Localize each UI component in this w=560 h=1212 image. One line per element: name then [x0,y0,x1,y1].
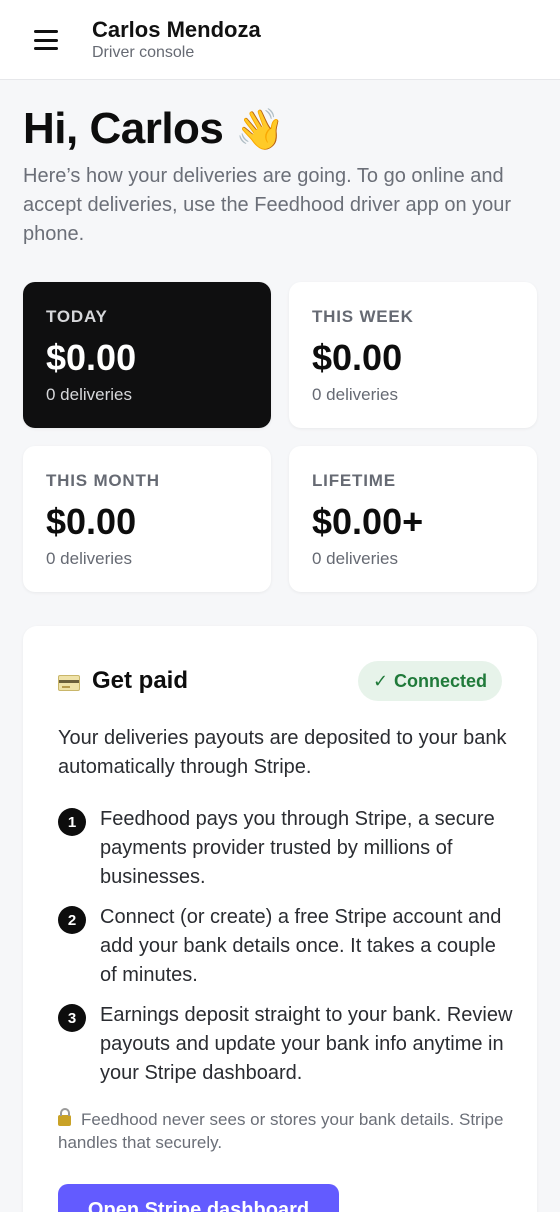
step-number: 2 [58,906,86,934]
list-item: 3 Earnings deposit straight to your bank… [58,1001,518,1088]
list-item: 2 Connect (or create) a free Stripe acco… [58,903,518,990]
stat-card-today: TODAY $0.00 0 deliveries [23,282,271,428]
step-text: Earnings deposit straight to your bank. … [100,1004,513,1084]
intro-text: Here’s how your deliveries are going. To… [23,165,512,245]
stat-amount: $0.00 [46,501,137,542]
step-number: 3 [58,1004,86,1032]
step-text: Feedhood pays you through Stripe, a secu… [100,808,495,888]
stat-count: 0 deliveries [46,549,132,568]
greeting-text: Hi, Carlos [23,104,224,153]
lock-icon [58,1108,71,1126]
stat-count: 0 deliveries [46,385,132,404]
payout-description: Your deliveries payouts are deposited to… [58,727,507,778]
get-paid-card: Get paid ✓ Connected Your deliveries pay… [23,626,537,1212]
console-subtitle: Driver console [92,44,195,61]
security-note: Feedhood never sees or stores your bank … [58,1108,508,1154]
driver-name: Carlos Mendoza [92,17,261,42]
stat-amount: $0.00 [46,337,137,378]
status-badge: ✓ Connected [358,661,502,701]
step-number: 1 [58,808,86,836]
stat-amount: $0.00 [312,337,403,378]
stat-card-lifetime: LIFETIME $0.00+ 0 deliveries [289,446,537,592]
stat-count: 0 deliveries [312,549,398,568]
stat-card-this-month: THIS MONTH $0.00 0 deliveries [23,446,271,592]
card-title: Get paid [92,667,189,694]
top-bar: Carlos Mendoza Driver console [0,0,560,80]
step-text: Connect (or create) a free Stripe accoun… [100,906,502,986]
stat-card-this-week: THIS WEEK $0.00 0 deliveries [289,282,537,428]
stat-count: 0 deliveries [312,385,398,404]
stat-label: LIFETIME [312,471,396,490]
list-item: 1 Feedhood pays you through Stripe, a se… [58,805,518,892]
menu-icon[interactable] [34,30,58,50]
status-label: Connected [394,670,488,691]
waving-hand-icon: 👋 [235,108,285,152]
stat-label: THIS MONTH [46,471,160,490]
open-stripe-dashboard-button[interactable]: Open Stripe dashboard [58,1184,339,1212]
payout-steps: 1 Feedhood pays you through Stripe, a se… [58,805,518,1099]
security-note-text: Feedhood never sees or stores your bank … [58,1110,504,1152]
stat-label: THIS WEEK [312,307,414,326]
check-icon: ✓ [372,670,389,691]
credit-card-icon [58,675,80,691]
page-title: Hi, Carlos 👋 [23,104,285,154]
stat-amount: $0.00+ [312,501,424,542]
stat-label: TODAY [46,307,108,326]
